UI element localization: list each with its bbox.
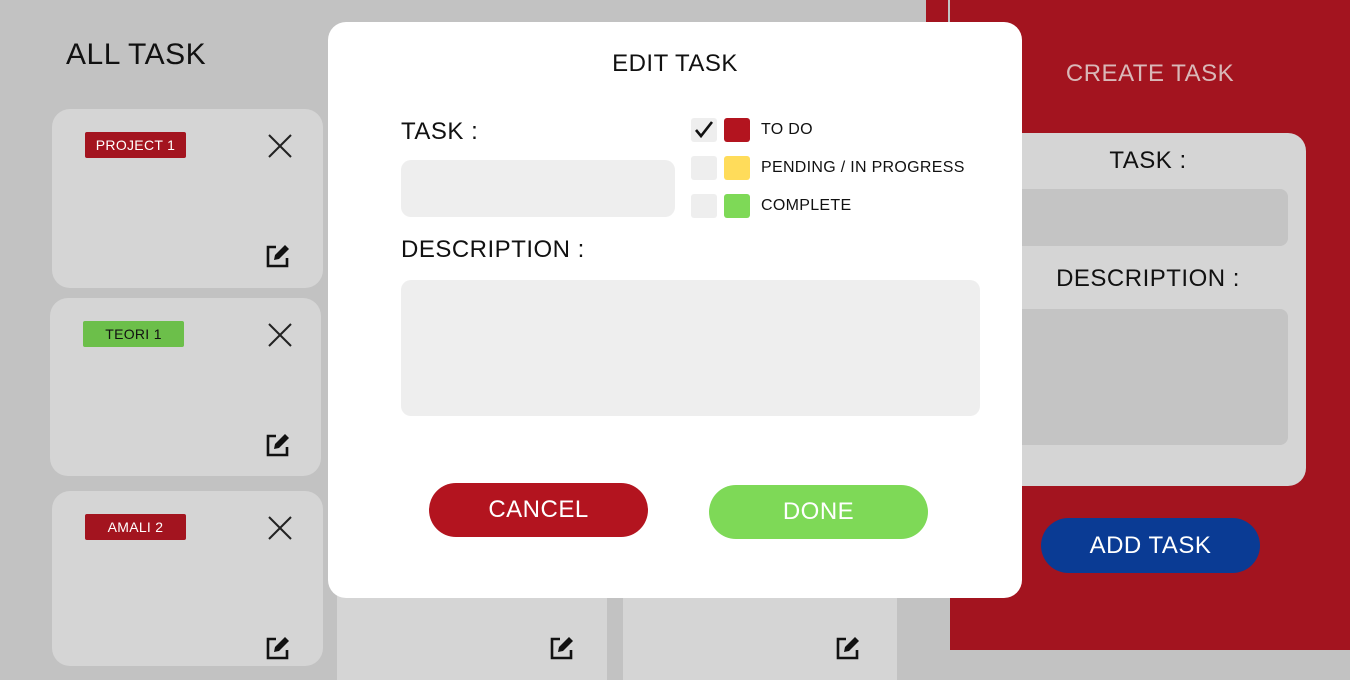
cancel-button[interactable]: CANCEL bbox=[429, 483, 648, 537]
status-checkbox[interactable] bbox=[691, 194, 717, 218]
task-label: TASK : bbox=[401, 118, 479, 145]
task-badge: AMALI 2 bbox=[85, 514, 186, 540]
edit-task-modal: EDIT TASK TASK : TO DO PENDING / IN PROG… bbox=[328, 22, 1022, 598]
done-button[interactable]: DONE bbox=[709, 485, 928, 539]
edit-icon[interactable] bbox=[834, 634, 862, 662]
create-description-input[interactable] bbox=[1010, 309, 1288, 445]
task-label: TASK : bbox=[1109, 147, 1187, 174]
description-label: DESCRIPTION : bbox=[1056, 265, 1240, 292]
status-label: PENDING / IN PROGRESS bbox=[761, 159, 965, 176]
task-card[interactable]: TEORI 1 bbox=[50, 298, 321, 476]
status-color-swatch bbox=[724, 156, 750, 180]
status-color-swatch bbox=[724, 118, 750, 142]
status-color-swatch bbox=[724, 194, 750, 218]
task-card[interactable]: PROJECT 1 bbox=[52, 109, 323, 288]
edit-icon[interactable] bbox=[264, 431, 292, 459]
create-task-form: TASK : DESCRIPTION : bbox=[990, 133, 1306, 486]
close-icon[interactable] bbox=[266, 321, 294, 349]
close-icon[interactable] bbox=[266, 132, 294, 160]
task-card[interactable]: AMALI 2 bbox=[52, 491, 323, 666]
status-label: COMPLETE bbox=[761, 197, 852, 214]
edit-icon[interactable] bbox=[548, 634, 576, 662]
task-badge: TEORI 1 bbox=[83, 321, 184, 347]
edit-icon[interactable] bbox=[264, 242, 292, 270]
description-label: DESCRIPTION : bbox=[401, 236, 585, 263]
edit-icon[interactable] bbox=[264, 634, 292, 662]
checkmark-icon bbox=[695, 121, 714, 139]
close-icon[interactable] bbox=[266, 514, 294, 542]
task-badge: PROJECT 1 bbox=[85, 132, 186, 158]
create-task-input[interactable] bbox=[1010, 189, 1288, 246]
add-task-button[interactable]: ADD TASK bbox=[1041, 518, 1260, 573]
status-label: TO DO bbox=[761, 121, 813, 138]
edit-task-title: EDIT TASK bbox=[612, 50, 738, 77]
edit-task-input[interactable] bbox=[401, 160, 675, 217]
all-task-title: ALL TASK bbox=[66, 38, 207, 71]
status-checkbox[interactable] bbox=[691, 118, 717, 142]
edit-description-input[interactable] bbox=[401, 280, 980, 416]
status-checkbox[interactable] bbox=[691, 156, 717, 180]
